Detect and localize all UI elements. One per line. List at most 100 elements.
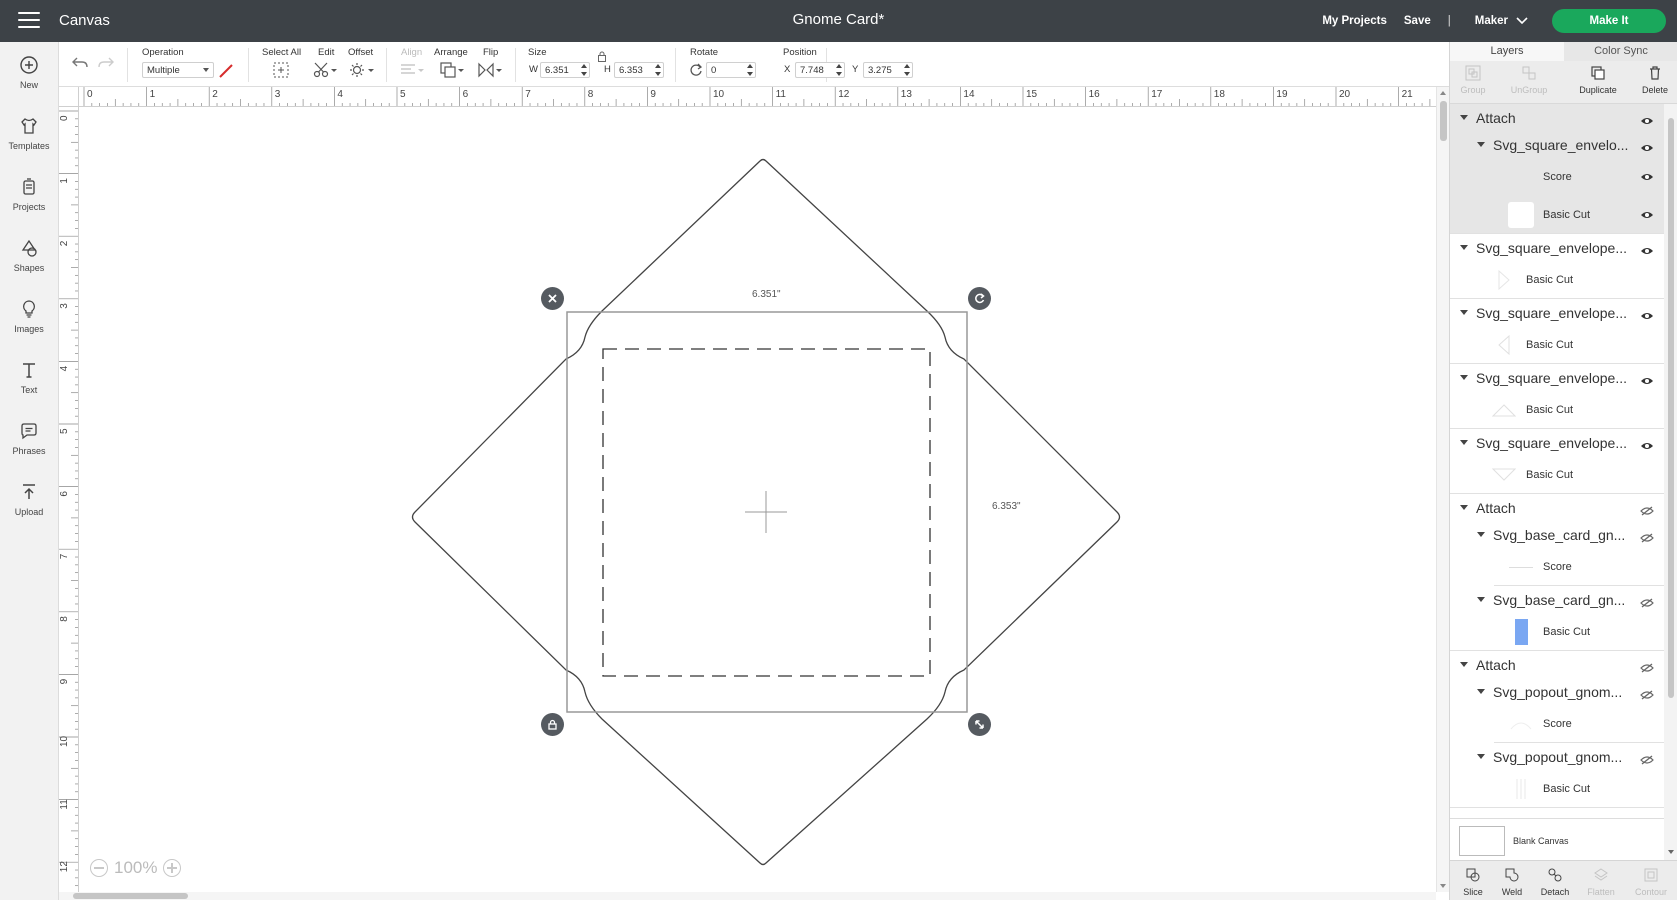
layer-group-row[interactable]: Svg_base_card_gn... <box>1450 521 1664 548</box>
eye-icon[interactable] <box>1640 243 1654 254</box>
make-it-button[interactable]: Make It <box>1552 9 1666 33</box>
expand-toggle-icon[interactable] <box>1477 597 1485 602</box>
expand-toggle-icon[interactable] <box>1477 754 1485 759</box>
operation-select[interactable]: Multiple <box>142 62 214 78</box>
canvas-vertical-scrollbar[interactable] <box>1436 87 1449 892</box>
position-x-stepper[interactable] <box>836 64 842 76</box>
position-y-stepper[interactable] <box>904 64 910 76</box>
tab-color-sync[interactable]: Color Sync <box>1564 42 1677 61</box>
width-stepper[interactable] <box>581 64 587 76</box>
left-tool-shapes[interactable]: Shapes <box>0 229 58 285</box>
eye-icon[interactable] <box>1640 373 1654 384</box>
delete-handle[interactable] <box>541 287 564 310</box>
layer-group-row[interactable]: Svg_square_envelope... <box>1450 429 1664 456</box>
undo-button[interactable] <box>71 54 89 72</box>
expand-toggle-icon[interactable] <box>1460 440 1468 445</box>
eye-hidden-icon[interactable] <box>1640 752 1654 765</box>
expand-toggle-icon[interactable] <box>1460 375 1468 380</box>
left-tool-projects[interactable]: Projects <box>0 168 58 224</box>
zoom-out-button[interactable] <box>90 859 108 877</box>
expand-toggle-icon[interactable] <box>1460 310 1468 315</box>
horizontal-scroll-thumb[interactable] <box>73 893 188 899</box>
my-projects-link[interactable]: My Projects <box>1322 15 1387 27</box>
select-all-button[interactable] <box>272 61 290 79</box>
expand-toggle-icon[interactable] <box>1477 532 1485 537</box>
ungroup-button[interactable]: UnGroup <box>1506 65 1552 95</box>
layer-item-row[interactable]: Basic Cut <box>1450 613 1664 651</box>
envelope-design[interactable] <box>80 107 1436 892</box>
layer-group-row[interactable]: Svg_square_envelo... <box>1450 131 1664 158</box>
eye-hidden-icon[interactable] <box>1640 687 1654 700</box>
eye-icon[interactable] <box>1640 210 1654 220</box>
layers-scroll-thumb[interactable] <box>1668 118 1674 698</box>
hamburger-menu-icon[interactable] <box>18 12 40 30</box>
operation-color-swatch[interactable] <box>218 62 234 80</box>
edit-dropdown[interactable] <box>312 61 338 79</box>
resize-handle[interactable] <box>968 713 991 736</box>
vertical-scroll-thumb[interactable] <box>1440 101 1447 141</box>
align-dropdown[interactable] <box>399 61 425 79</box>
layer-item-row[interactable]: Basic Cut <box>1450 326 1664 364</box>
layer-group-row[interactable]: Attach <box>1450 104 1664 131</box>
eye-hidden-icon[interactable] <box>1640 530 1654 543</box>
redo-button[interactable] <box>97 54 115 72</box>
lock-proportions-handle[interactable] <box>541 713 564 736</box>
flip-dropdown[interactable] <box>477 61 503 79</box>
eye-hidden-icon[interactable] <box>1640 503 1654 516</box>
layer-item-row[interactable]: Score <box>1450 548 1664 586</box>
layer-item-row[interactable]: Basic Cut <box>1450 261 1664 299</box>
blank-canvas-row[interactable]: Blank Canvas <box>1450 818 1664 860</box>
delete-button[interactable]: Delete <box>1632 65 1677 95</box>
document-title[interactable]: Gnome Card* <box>793 11 885 28</box>
rotate-input[interactable]: 0 <box>706 62 756 78</box>
layer-group-row[interactable]: Attach <box>1450 651 1664 678</box>
weld-button[interactable]: Weld <box>1489 867 1535 897</box>
left-tool-images[interactable]: Images <box>0 290 58 346</box>
flatten-button[interactable]: Flatten <box>1578 867 1624 897</box>
offset-dropdown[interactable] <box>349 61 375 79</box>
design-canvas[interactable]: 6.351" 6.353" <box>80 107 1436 892</box>
detach-button[interactable]: Detach <box>1532 867 1578 897</box>
left-tool-templates[interactable]: Templates <box>0 107 58 163</box>
blank-canvas-swatch[interactable] <box>1459 826 1505 856</box>
left-tool-upload[interactable]: Upload <box>0 473 58 529</box>
size-lock-button[interactable] <box>597 47 607 65</box>
eye-icon[interactable] <box>1640 113 1654 124</box>
layer-item-row[interactable]: Basic Cut <box>1450 770 1664 808</box>
expand-toggle-icon[interactable] <box>1460 505 1468 510</box>
eye-icon[interactable] <box>1640 438 1654 449</box>
height-stepper[interactable] <box>655 64 661 76</box>
layer-group-row[interactable]: Svg_square_envelope... <box>1450 234 1664 261</box>
expand-toggle-icon[interactable] <box>1477 689 1485 694</box>
height-input[interactable]: 6.353 <box>614 62 664 78</box>
save-link[interactable]: Save <box>1404 15 1431 27</box>
zoom-in-button[interactable] <box>163 859 182 877</box>
layer-item-row[interactable]: Basic Cut <box>1450 391 1664 429</box>
rotate-handle[interactable] <box>968 287 991 310</box>
expand-toggle-icon[interactable] <box>1460 245 1468 250</box>
tab-layers[interactable]: Layers <box>1450 42 1564 61</box>
layer-group-row[interactable]: Svg_square_envelope... <box>1450 299 1664 326</box>
layer-item-row[interactable]: Basic Cut <box>1450 456 1664 494</box>
eye-hidden-icon[interactable] <box>1640 595 1654 608</box>
expand-toggle-icon[interactable] <box>1460 115 1468 120</box>
layer-item-row[interactable]: Basic Cut <box>1450 196 1664 234</box>
layer-item-row[interactable]: Score <box>1450 705 1664 743</box>
expand-toggle-icon[interactable] <box>1477 142 1485 147</box>
left-tool-text[interactable]: Text <box>0 351 58 407</box>
layer-item-row[interactable]: Score <box>1450 158 1664 196</box>
eye-hidden-icon[interactable] <box>1640 660 1654 673</box>
left-tool-phrases[interactable]: Phrases <box>0 412 58 468</box>
rotate-stepper[interactable] <box>747 64 753 76</box>
layer-group-row[interactable]: Svg_base_card_gn... <box>1450 586 1664 613</box>
layer-group-row[interactable]: Attach <box>1450 494 1664 521</box>
left-tool-new[interactable]: New <box>0 46 58 102</box>
position-y-input[interactable]: 3.275 <box>863 62 913 78</box>
eye-icon[interactable] <box>1640 172 1654 182</box>
machine-selector[interactable]: Maker <box>1475 15 1528 27</box>
canvas-horizontal-scrollbar[interactable] <box>59 892 1436 900</box>
layer-group-row[interactable]: Svg_popout_gnom... <box>1450 743 1664 770</box>
position-x-input[interactable]: 7.748 <box>795 62 845 78</box>
arrange-dropdown[interactable] <box>439 61 465 79</box>
layers-scrollbar[interactable] <box>1664 104 1677 860</box>
